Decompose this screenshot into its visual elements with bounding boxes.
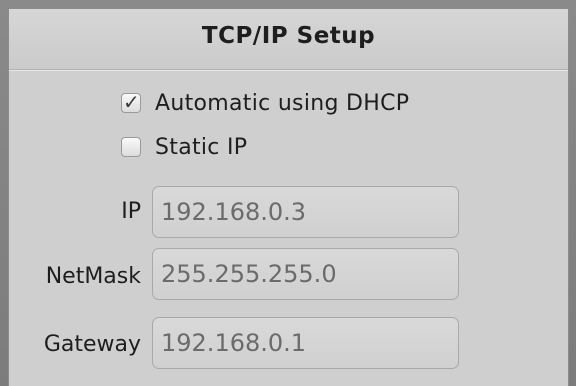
checkmark-icon: ✓ bbox=[123, 90, 140, 114]
dhcp-option[interactable]: ✓ Automatic using DHCP bbox=[121, 90, 409, 116]
netmask-field[interactable] bbox=[152, 248, 459, 300]
ip-field[interactable] bbox=[152, 186, 459, 238]
gateway-field[interactable] bbox=[152, 317, 459, 369]
window-background: TCP/IP Setup ✓ Automatic using DHCP Stat… bbox=[0, 0, 576, 386]
static-ip-option[interactable]: Static IP bbox=[121, 134, 247, 160]
dhcp-label: Automatic using DHCP bbox=[155, 90, 410, 116]
panel-header: TCP/IP Setup bbox=[9, 9, 568, 70]
dhcp-checkbox[interactable]: ✓ bbox=[121, 90, 141, 114]
ip-label: IP bbox=[121, 199, 141, 224]
static-ip-checkbox[interactable] bbox=[121, 137, 141, 157]
static-ip-label: Static IP bbox=[155, 134, 248, 160]
tcpip-setup-panel: TCP/IP Setup ✓ Automatic using DHCP Stat… bbox=[8, 8, 569, 386]
gateway-label: Gateway bbox=[43, 332, 141, 357]
netmask-label: NetMask bbox=[45, 264, 141, 289]
panel-title: TCP/IP Setup bbox=[201, 23, 376, 49]
